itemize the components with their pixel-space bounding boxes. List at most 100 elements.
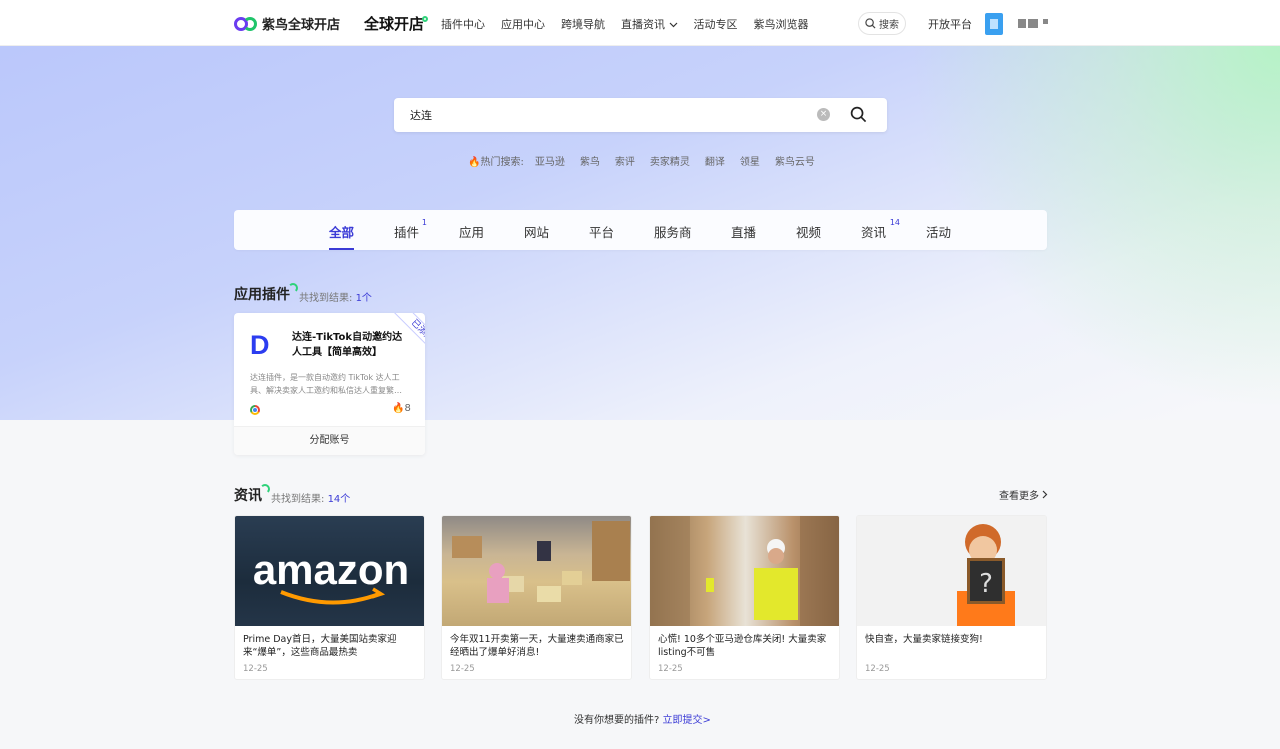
news-date: 12-25 [865,664,890,674]
plugin-name[interactable]: 达连-TikTok自动邀约达人工具【简单高效】 [292,330,412,360]
tab-plugins[interactable]: 插件 1 [394,218,427,241]
news-title[interactable]: 心慌! 10多个亚马逊仓库关闭! 大量卖家listing不可售 [658,633,834,659]
tab-label: 视频 [796,225,822,240]
site-logo[interactable]: 紫鸟全球开店 [234,14,340,33]
news-image-question-boy: ? [857,516,1046,626]
hot-item[interactable]: 卖家精灵 [650,153,690,168]
plugin-hot-count: 🔥8 [392,403,411,414]
tab-label: 资讯 [861,225,887,240]
logo-icon [234,15,258,33]
logo-text: 紫鸟全球开店 [262,17,341,32]
open-platform-link[interactable]: 开放平台 [928,16,972,32]
qr-code-icon[interactable] [985,13,1003,35]
hot-item[interactable]: 紫鸟 [580,153,600,168]
submit-link[interactable]: 立即提交> [663,715,711,726]
news-image-warehouse-packing [442,516,631,626]
tab-label: 插件 [394,225,420,240]
news-card[interactable]: 心慌! 10多个亚马逊仓库关闭! 大量卖家listing不可售 12-25 [649,515,840,680]
brand-title-text: 全球开店 [364,15,425,33]
clear-icon[interactable]: × [817,108,830,121]
tab-videos[interactable]: 视频 [796,222,821,241]
tab-label: 全部 [329,225,355,240]
fire-icon: 🔥 [392,403,405,414]
tab-events[interactable]: 活动 [926,222,951,241]
count-value: 14个 [327,494,351,505]
count-prefix: 共找到结果: [299,293,353,304]
news-section-title: 资讯 [234,484,272,505]
nav-events[interactable]: 活动专区 [694,16,738,32]
hot-item[interactable]: 亚马逊 [535,153,565,168]
hot-searches: 🔥热门搜索: 亚马逊 紫鸟 索评 卖家精灵 翻译 领星 紫鸟云号 [468,153,815,168]
news-card[interactable]: amazon Prime Day首日，大量美国站卖家迎来“爆单”，这些商品最热卖… [234,515,425,680]
tab-all[interactable]: 全部 [329,222,355,250]
hot-item[interactable]: 紫鸟云号 [775,153,815,168]
plugin-desc: 达连插件，是一款自动邀约 TikTok 达人工具、解决卖家人工邀约和私信达人重复… [250,373,402,395]
nav-live-news-label: 直播资讯 [621,18,665,31]
tab-label: 应用 [459,225,485,240]
amazon-logo-text: amazon [253,546,409,593]
tab-label: 活动 [926,225,952,240]
news-image-amazon: amazon [235,516,424,626]
hot-item[interactable]: 索评 [615,153,635,168]
tab-label: 网站 [524,225,550,240]
search-box: × [394,98,887,132]
news-date: 12-25 [658,664,683,674]
nav-browser[interactable]: 紫鸟浏览器 [754,16,809,32]
count-prefix: 共找到结果: [271,494,325,505]
hot-item[interactable]: 领星 [740,153,760,168]
tab-label: 平台 [589,225,615,240]
search-icon [865,18,876,29]
assign-account-button[interactable]: 分配账号 [234,426,425,455]
search-submit-icon[interactable] [850,106,867,123]
svg-text:?: ? [979,569,993,599]
chrome-icon [250,405,260,415]
tab-apps[interactable]: 应用 [459,222,484,241]
news-title[interactable]: 今年双11开卖第一天，大量速卖通商家已经晒出了爆单好消息! [450,633,626,659]
tab-badge: 1 [421,218,428,227]
plugin-logo: D [250,330,270,360]
footer-prompt: 没有你想要的插件? 立即提交> [574,711,711,726]
news-date: 12-25 [243,664,268,674]
search-input[interactable] [410,106,790,124]
nav-app-center[interactable]: 应用中心 [501,16,545,32]
nav-plugin-center[interactable]: 插件中心 [441,16,485,32]
news-title[interactable]: Prime Day首日，大量美国站卖家迎来“爆单”，这些商品最热卖 [243,633,419,659]
top-navbar: 紫鸟全球开店 全球开店 插件中心 应用中心 跨境导航 直播资讯 活动专区 紫鸟浏… [0,0,1280,46]
hot-label-text: 热门搜索: [480,157,524,168]
news-image-warehouse-worker [650,516,839,626]
user-avatar[interactable] [1018,19,1048,28]
hot-item[interactable]: 翻译 [705,153,725,168]
news-date: 12-25 [450,664,475,674]
plugins-section-title-text: 应用插件 [234,287,290,303]
chevron-down-icon [669,22,677,28]
tab-platforms[interactable]: 平台 [589,222,614,241]
view-more-link[interactable]: 查看更多 [999,487,1048,502]
plugins-section-title: 应用插件 [234,283,300,304]
result-tabs: 全部 插件 1 应用 网站 平台 服务商 直播 视频 资讯 14 活动 [234,210,1047,250]
ring-icon [288,283,298,293]
plugin-card[interactable]: D 达连-TikTok自动邀约达人工具【简单高效】 达连插件，是一款自动邀约 T… [234,313,425,455]
news-title[interactable]: 快自查，大量卖家链接变狗! [865,633,1041,646]
nav-crossborder-nav[interactable]: 跨境导航 [561,16,605,32]
brand-title[interactable]: 全球开店 [364,13,430,34]
header-search-label: 搜索 [879,20,899,31]
tab-service-providers[interactable]: 服务商 [654,222,692,241]
count-value: 1个 [355,293,372,304]
news-card[interactable]: 今年双11开卖第一天，大量速卖通商家已经晒出了爆单好消息! 12-25 [441,515,632,680]
tab-badge: 14 [889,218,901,227]
tab-label: 直播 [731,225,757,240]
hot-label: 🔥热门搜索: [468,153,524,168]
plugins-result-count: 共找到结果: 1个 [299,289,372,304]
tab-websites[interactable]: 网站 [524,222,549,241]
tab-label: 服务商 [654,225,692,240]
main-nav: 插件中心 应用中心 跨境导航 直播资讯 活动专区 紫鸟浏览器 [441,16,809,32]
nav-live-news[interactable]: 直播资讯 [621,16,678,32]
chevron-right-icon [1042,490,1048,499]
tab-live[interactable]: 直播 [731,222,756,241]
news-result-count: 共找到结果: 14个 [271,490,350,505]
view-more-text: 查看更多 [999,491,1039,502]
tab-news[interactable]: 资讯 14 [861,218,900,241]
ring-icon [260,484,270,494]
news-card[interactable]: ? 快自查，大量卖家链接变狗! 12-25 [856,515,1047,680]
header-search-button[interactable]: 搜索 [858,12,906,35]
